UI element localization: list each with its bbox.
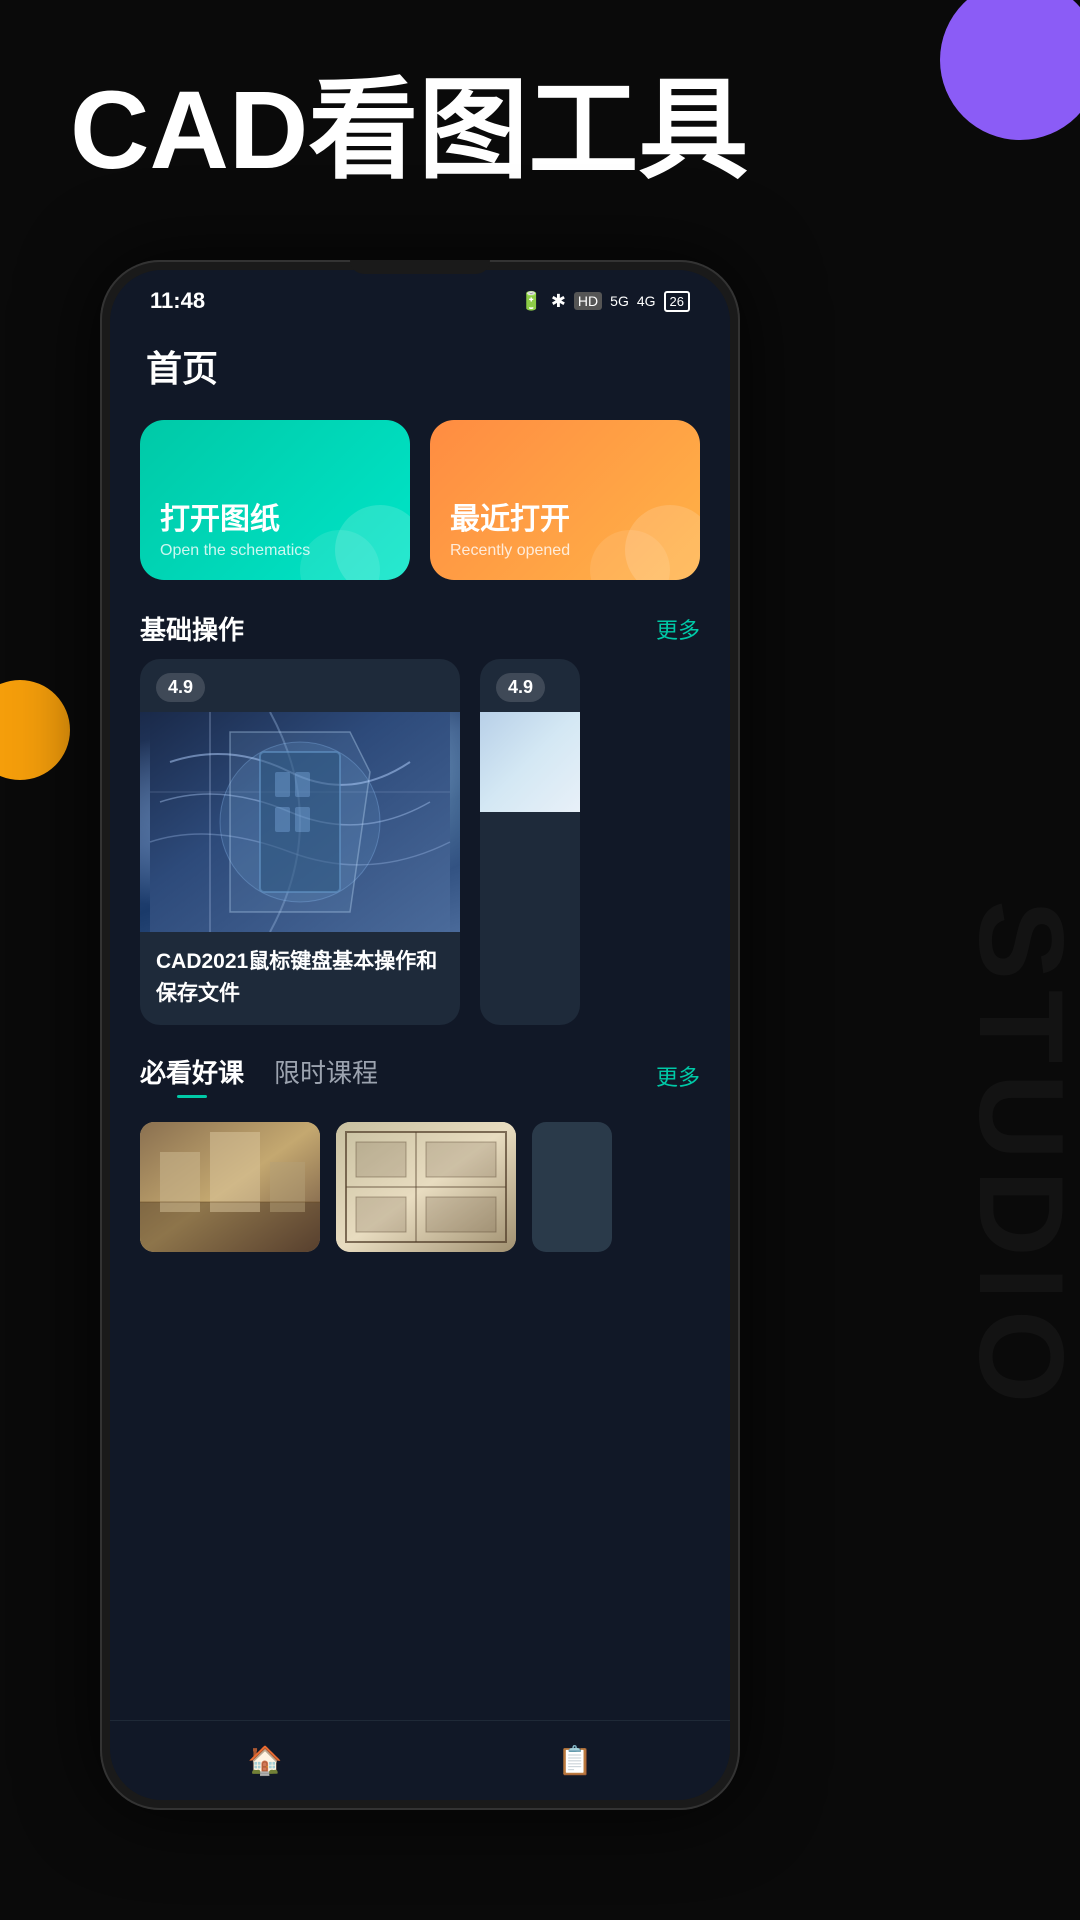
tabs-row: 必看好课 限时课程 更多	[140, 1053, 700, 1098]
battery-level: 26	[664, 291, 690, 312]
recent-btn-title: 最近打开	[450, 502, 680, 538]
bg-circle-yellow	[0, 680, 70, 780]
thumb-svg-2	[336, 1122, 516, 1252]
thumb-img-2	[336, 1122, 516, 1252]
card-1-svg	[140, 712, 460, 932]
nav-home[interactable]: 🏠	[248, 1744, 283, 1777]
app-header-title: 首页	[146, 348, 218, 389]
scroll-content: 打开图纸 Open the schematics 最近打开 Recently o…	[110, 404, 730, 1800]
basic-ops-title: 基础操作	[140, 610, 244, 647]
phone-mockup: 11:48 🔋 ✱ HD 5G 4G 26 首页	[100, 260, 740, 1810]
courses-icon: 📋	[558, 1744, 593, 1777]
status-bar: 11:48 🔋 ✱ HD 5G 4G 26	[110, 270, 730, 324]
basic-ops-more[interactable]: 更多	[656, 613, 700, 645]
signal-5g: 5G	[610, 293, 629, 309]
card-1-rating: 4.9	[156, 673, 205, 702]
recent-open-button[interactable]: 最近打开 Recently opened	[430, 420, 700, 580]
tabs-more[interactable]: 更多	[656, 1060, 700, 1092]
signal-4g: 4G	[637, 293, 656, 309]
app-header: 首页	[110, 324, 730, 404]
status-icons: 🔋 ✱ HD 5G 4G 26	[520, 291, 690, 312]
tab-active-underline	[177, 1095, 207, 1098]
hd-icon: HD	[574, 292, 602, 310]
thumbnails-row	[110, 1112, 730, 1252]
bottom-nav: 🏠 📋	[110, 1720, 730, 1800]
tab-limited-time[interactable]: 限时课程	[274, 1053, 378, 1098]
bg-circle-purple	[940, 0, 1080, 140]
open-btn-subtitle: Open the schematics	[160, 542, 390, 560]
thumb-img-1	[140, 1122, 320, 1252]
card-1-image	[140, 712, 460, 932]
thumb-card-1[interactable]	[140, 1122, 320, 1252]
course-cards-row: 4.9	[110, 659, 730, 1045]
open-btn-title: 打开图纸	[160, 502, 390, 538]
page-title: CAD看图工具	[70, 70, 748, 191]
card-2-header: 4.9	[480, 659, 580, 712]
battery-icon: 🔋	[520, 291, 542, 312]
tabs-section: 必看好课 限时课程 更多	[110, 1045, 730, 1112]
phone-screen: 11:48 🔋 ✱ HD 5G 4G 26 首页	[110, 270, 730, 1800]
card-2-rating: 4.9	[496, 673, 545, 702]
quick-actions-row: 打开图纸 Open the schematics 最近打开 Recently o…	[110, 404, 730, 600]
home-icon: 🏠	[248, 1744, 283, 1777]
recent-btn-subtitle: Recently opened	[450, 542, 680, 560]
bluetooth-icon: ✱	[551, 291, 566, 312]
tab-must-see[interactable]: 必看好课	[140, 1053, 244, 1098]
nav-courses[interactable]: 📋	[558, 1744, 593, 1777]
course-card-1[interactable]: 4.9	[140, 659, 460, 1025]
card-2-image	[480, 712, 580, 812]
open-schematic-button[interactable]: 打开图纸 Open the schematics	[140, 420, 410, 580]
tabs-left: 必看好课 限时课程	[140, 1053, 378, 1098]
card-1-art	[140, 712, 460, 932]
card-1-header: 4.9	[140, 659, 460, 712]
thumb-card-3-partial[interactable]	[532, 1122, 612, 1252]
card-1-title: CAD2021鼠标键盘基本操作和保存文件	[140, 932, 460, 1025]
bg-decoration-text: STUDIO	[952, 900, 1080, 1413]
status-time: 11:48	[150, 288, 205, 314]
thumb-svg-1	[140, 1122, 320, 1252]
course-card-2-partial[interactable]: 4.9	[480, 659, 580, 1025]
phone-notch	[350, 260, 490, 274]
basic-ops-section-header: 基础操作 更多	[110, 600, 730, 659]
thumb-card-2[interactable]	[336, 1122, 516, 1252]
